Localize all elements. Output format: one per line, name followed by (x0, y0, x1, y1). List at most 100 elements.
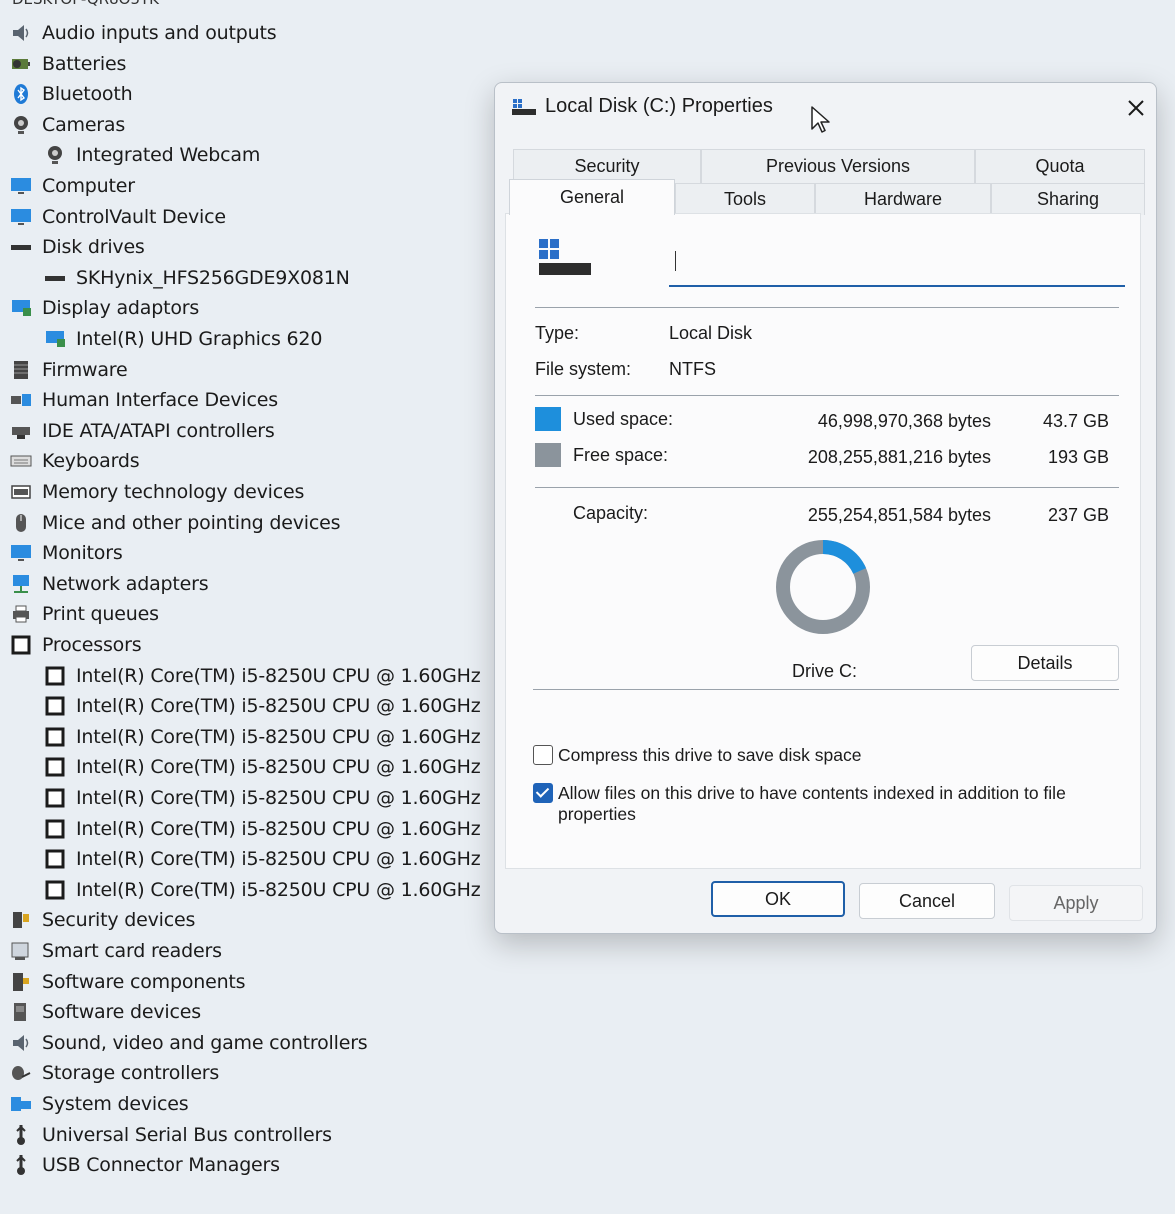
tree-item-label: Security devices (42, 909, 196, 932)
tree-item[interactable]: SKHynix_HFS256GDE9X081N (42, 263, 350, 293)
tree-item-label: USB Connector Managers (42, 1154, 280, 1177)
processor-icon (42, 694, 68, 718)
ok-button[interactable]: OK (711, 881, 845, 917)
tree-item[interactable]: Computer (8, 171, 135, 201)
tree-item-label: Firmware (42, 358, 128, 381)
tree-item-label: Intel(R) Core(TM) i5-8250U CPU @ 1.60GHz (76, 787, 481, 809)
tree-item-label: Software components (42, 970, 246, 993)
tree-item[interactable]: Universal Serial Bus controllers (8, 1120, 332, 1150)
memory-icon (8, 480, 34, 504)
tree-item[interactable]: Human Interface Devices (8, 385, 278, 415)
tab-quota[interactable]: Quota (975, 149, 1145, 183)
details-button[interactable]: Details (971, 645, 1119, 681)
tree-item[interactable]: Display adaptors (8, 293, 199, 323)
tree-item[interactable]: Storage controllers (8, 1058, 219, 1088)
tree-item[interactable]: Software components (8, 967, 246, 997)
usb-icon (8, 1123, 34, 1147)
network-icon (8, 572, 34, 596)
tree-item[interactable]: Intel(R) UHD Graphics 620 (42, 324, 322, 354)
compress-checkbox[interactable] (533, 745, 553, 765)
printer-icon (8, 602, 34, 626)
index-label[interactable]: Allow files on this drive to have conten… (558, 783, 1106, 825)
capacity-gb: 237 GB (1047, 505, 1109, 525)
tree-item[interactable]: Cameras (8, 110, 125, 140)
tree-item-label: SKHynix_HFS256GDE9X081N (76, 266, 350, 289)
drive-large-icon (539, 239, 591, 275)
tree-item[interactable]: Intel(R) Core(TM) i5-8250U CPU @ 1.60GHz (42, 814, 481, 844)
processor-icon (8, 633, 34, 657)
speaker-icon (8, 1031, 34, 1055)
tree-item[interactable]: Software devices (8, 997, 201, 1027)
monitor-icon (8, 174, 34, 198)
bluetooth-icon (8, 82, 34, 106)
tree-item[interactable]: Security devices (8, 905, 195, 935)
tree-item[interactable]: Intel(R) Core(TM) i5-8250U CPU @ 1.60GHz (42, 661, 481, 691)
tab-security[interactable]: Security (513, 149, 701, 183)
tree-item-label: Smart card readers (42, 940, 222, 962)
tree-item[interactable]: Memory technology devices (8, 477, 304, 507)
tree-item-label: Monitors (42, 542, 123, 565)
tree-item[interactable]: Mice and other pointing devices (8, 508, 340, 538)
compress-label[interactable]: Compress this drive to save disk space (558, 745, 1118, 766)
cancel-button[interactable]: Cancel (859, 883, 995, 919)
file-system-label: File system: (535, 359, 632, 379)
tree-item[interactable]: Audio inputs and outputs (8, 18, 277, 48)
tree-item[interactable]: Monitors (8, 538, 123, 568)
tree-item-label: Audio inputs and outputs (42, 22, 277, 44)
tree-item[interactable]: Network adapters (8, 569, 209, 599)
webcam-icon (42, 143, 68, 167)
tree-item[interactable]: Print queues (8, 599, 159, 629)
tree-item-label: Intel(R) Core(TM) i5-8250U CPU @ 1.60GHz (76, 664, 481, 687)
tree-item-label: Batteries (42, 52, 127, 75)
firmware-icon (8, 358, 34, 382)
tree-item[interactable]: Intel(R) Core(TM) i5-8250U CPU @ 1.60GHz (42, 752, 481, 782)
tree-item-label: Mice and other pointing devices (42, 511, 341, 534)
tree-item-label: Universal Serial Bus controllers (42, 1123, 332, 1146)
disk-icon (42, 266, 68, 290)
camera-icon (8, 113, 34, 137)
drive-name-input[interactable] (669, 235, 1125, 287)
tree-item[interactable]: Disk drives (8, 232, 145, 262)
tree-item[interactable]: System devices (8, 1089, 189, 1119)
tree-item[interactable]: ControlVault Device (8, 202, 226, 232)
tree-item-label: Network adapters (42, 572, 209, 595)
tree-item[interactable]: Intel(R) Core(TM) i5-8250U CPU @ 1.60GHz (42, 783, 481, 813)
tree-item[interactable]: Intel(R) Core(TM) i5-8250U CPU @ 1.60GHz (42, 875, 481, 905)
tree-item[interactable]: Smart card readers (8, 936, 222, 966)
tree-item[interactable]: Batteries (8, 49, 126, 79)
tree-item[interactable]: Keyboards (8, 446, 140, 476)
apply-button[interactable]: Apply (1009, 885, 1143, 921)
tree-item[interactable]: Sound, video and game controllers (8, 1028, 368, 1058)
tree-item[interactable]: Processors (8, 630, 142, 660)
tree-item[interactable]: USB Connector Managers (8, 1150, 280, 1180)
tree-item[interactable]: Intel(R) Core(TM) i5-8250U CPU @ 1.60GHz (42, 691, 481, 721)
tree-item-label: IDE ATA/ATAPI controllers (42, 419, 275, 442)
tree-item-label: Computer (42, 175, 135, 197)
tab-sharing[interactable]: Sharing (991, 183, 1145, 215)
used-space-gb: 43.7 GB (1042, 411, 1109, 431)
tree-item-label: Keyboards (42, 450, 140, 473)
tab-tools[interactable]: Tools (675, 183, 815, 215)
close-button[interactable] (1123, 95, 1149, 121)
used-space-bytes: 46,998,970,368 bytes (817, 411, 991, 431)
type-value: Local Disk (669, 323, 753, 343)
processor-icon (42, 755, 68, 779)
tree-item[interactable]: Integrated Webcam (42, 140, 260, 170)
disk-icon (8, 235, 34, 259)
tree-item[interactable]: Bluetooth (8, 79, 133, 109)
tree-item-label: Bluetooth (42, 83, 133, 106)
tree-item[interactable]: IDE ATA/ATAPI controllers (8, 416, 275, 446)
tree-item-label: Sound, video and game controllers (42, 1031, 368, 1054)
tree-item-label: Disk drives (42, 236, 145, 259)
tree-root-label[interactable]: DESKTOP-QR8O5TK (12, 0, 159, 8)
tree-item[interactable]: Intel(R) Core(TM) i5-8250U CPU @ 1.60GHz (42, 844, 481, 874)
file-system-value: NTFS (669, 359, 716, 379)
tab-previous-versions[interactable]: Previous Versions (701, 149, 975, 183)
tab-hardware[interactable]: Hardware (815, 183, 991, 215)
processor-icon (42, 847, 68, 871)
tree-item[interactable]: Intel(R) Core(TM) i5-8250U CPU @ 1.60GHz (42, 722, 481, 752)
tree-item[interactable]: Firmware (8, 355, 128, 385)
index-checkbox[interactable] (533, 783, 553, 803)
tab-general[interactable]: General (509, 179, 675, 215)
capacity-label: Capacity: (573, 503, 649, 523)
